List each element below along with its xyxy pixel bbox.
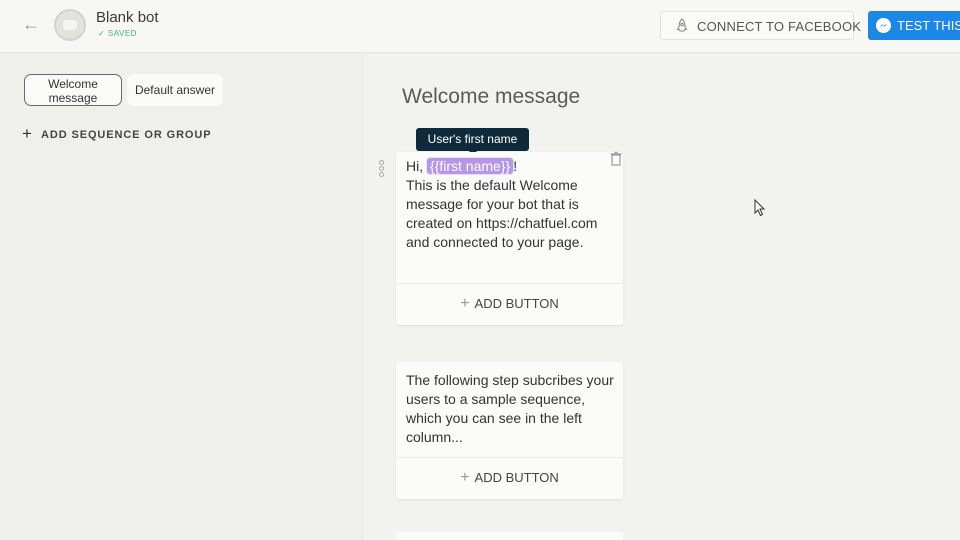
add-sequence-label: ADD SEQUENCE OR GROUP [41, 129, 212, 141]
add-button-button[interactable]: + ADD BUTTON [396, 284, 623, 324]
trash-icon[interactable] [609, 151, 623, 167]
greeting-text: Hi, [406, 158, 424, 174]
mouse-cursor-icon [754, 199, 766, 217]
card-body-text: The following step subcribes your users … [406, 372, 614, 445]
plus-icon: + [460, 469, 470, 486]
text-card-content[interactable]: Hi, {{first name}}! This is the default … [406, 157, 616, 252]
text-card-content[interactable]: The following step subcribes your users … [406, 371, 616, 447]
test-this-chatbot-button[interactable]: TEST THIS C [868, 11, 960, 40]
bot-avatar-icon [54, 9, 86, 41]
rocket-icon [676, 18, 688, 32]
text-card: The following step subcribes your users … [396, 362, 623, 499]
top-bar: ← Blank bot ✓ SAVED CONNECT TO FACEBOOK … [0, 0, 960, 53]
punctuation-text: ! [513, 158, 518, 174]
first-name-variable[interactable]: {{first name}} [427, 158, 514, 174]
plus-icon: + [460, 295, 470, 312]
sidebar [0, 54, 362, 540]
connect-to-facebook-button[interactable]: CONNECT TO FACEBOOK [660, 11, 861, 40]
text-card: Hi, {{first name}}! This is the default … [396, 152, 623, 325]
add-button-label: ADD BUTTON [474, 470, 559, 485]
add-button-label: ADD BUTTON [474, 296, 559, 311]
card-body-text: This is the default Welcome message for … [406, 177, 598, 250]
connect-to-facebook-label: CONNECT TO FACEBOOK [697, 19, 862, 34]
saved-status: ✓ SAVED [98, 29, 137, 38]
block-chip-label: Default answer [134, 83, 216, 97]
text-card-partial [396, 532, 623, 540]
back-arrow-icon[interactable]: ← [22, 14, 42, 34]
block-chip-label-line2: message [48, 91, 98, 105]
messenger-icon [876, 18, 891, 33]
block-chip-welcome-message[interactable]: Welcome message [24, 74, 122, 106]
block-chip-label-line1: Welcome [48, 77, 98, 91]
block-chip-default-answer[interactable]: Default answer [127, 74, 223, 106]
test-this-chatbot-label: TEST THIS C [897, 18, 960, 33]
plus-icon: + [22, 124, 32, 143]
variable-tooltip: User's first name [416, 128, 529, 151]
block-title[interactable]: Welcome message [402, 85, 580, 109]
bot-name[interactable]: Blank bot [96, 9, 159, 26]
drag-handle-icon[interactable] [379, 160, 385, 180]
add-button-button[interactable]: + ADD BUTTON [396, 458, 623, 498]
